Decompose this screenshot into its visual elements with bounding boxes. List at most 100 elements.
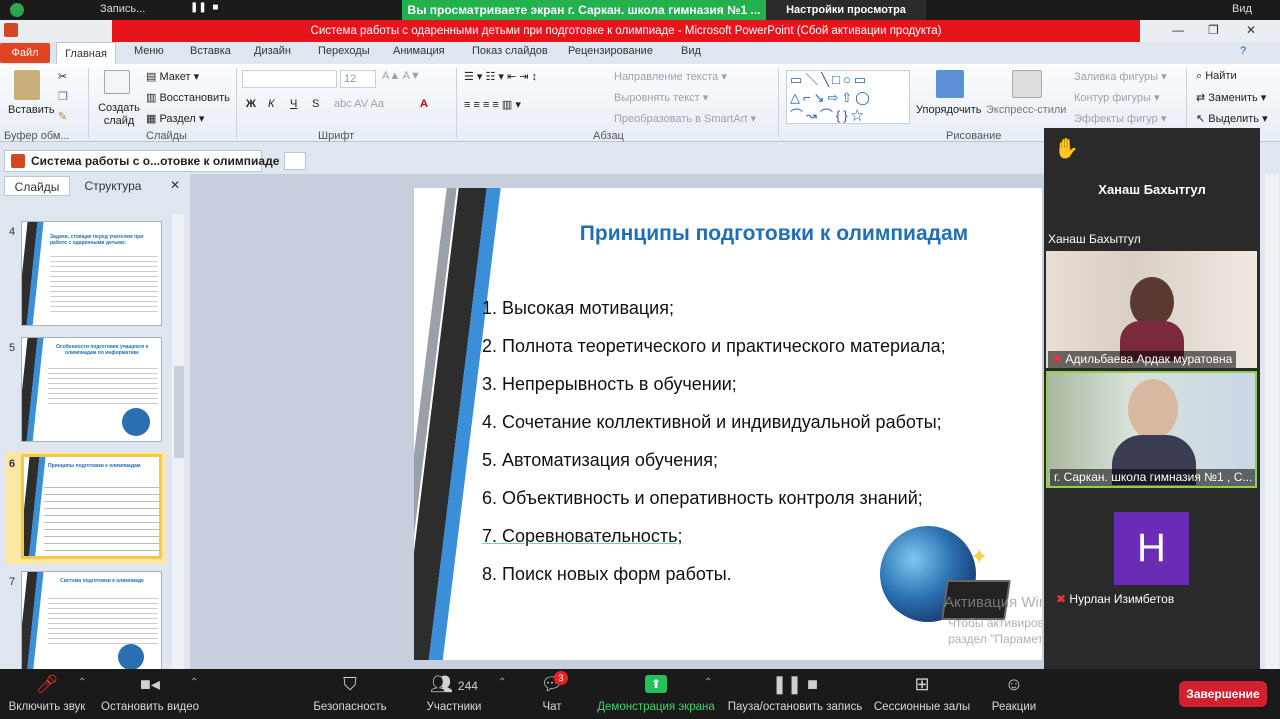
group-separator xyxy=(778,68,779,138)
chevron-up-icon[interactable]: ⌃ xyxy=(78,677,86,688)
participants-count: 244 xyxy=(457,679,478,693)
shape-outline-button[interactable]: Контур фигуры ▾ xyxy=(1074,91,1160,104)
strike-icon[interactable]: abc AV Aa xyxy=(334,98,384,110)
thumb-lines xyxy=(48,594,158,644)
end-meeting-button[interactable]: Завершение xyxy=(1179,681,1267,707)
thumb-lines xyxy=(50,252,158,312)
reactions-button[interactable]: ☺ Реакции xyxy=(988,671,1040,713)
stop-video-button[interactable]: ■◂ Остановить видео xyxy=(98,671,202,713)
find-button[interactable]: ⌕ Найти xyxy=(1196,70,1237,83)
minimize-icon[interactable]: — xyxy=(1172,23,1184,37)
participant-video[interactable]: ✖ Адильбаева Ардак муратовна xyxy=(1046,251,1257,368)
slide-title[interactable]: Принципы подготовки к олимпиадам xyxy=(524,222,1024,246)
shapes-gallery[interactable]: ▭＼╲□○▭ △⌐↘⇨⇧◯ ⌒↝⌒{}☆ xyxy=(786,70,910,124)
tab-transitions[interactable]: Переходы xyxy=(318,45,370,57)
tab-outline[interactable]: Структура xyxy=(74,176,152,196)
security-button[interactable]: ⛉ Безопасность xyxy=(310,671,390,713)
font-size-field[interactable]: 12 xyxy=(340,70,376,88)
breakout-rooms-label: Сессионные залы xyxy=(873,701,971,713)
format-painter-icon[interactable]: ✎ xyxy=(58,110,67,123)
tab-animation[interactable]: Анимация xyxy=(393,45,445,57)
tab-insert[interactable]: Вставка xyxy=(190,45,231,57)
drawing-group-label: Рисование xyxy=(946,130,1002,142)
create-slide-button[interactable]: Создать слайд xyxy=(98,102,140,128)
thumb-lines xyxy=(48,364,158,404)
bullets-icon[interactable]: ☰ ▾ ☷ ▾ ⇤ ⇥ ↕ xyxy=(464,70,537,83)
restore-icon[interactable]: ❐ xyxy=(1208,23,1219,37)
section-button[interactable]: ▦ Раздел ▾ xyxy=(146,112,204,125)
arrange-icon[interactable] xyxy=(936,70,964,98)
tab-review[interactable]: Рецензирование xyxy=(568,45,653,57)
quick-styles-button[interactable]: Экспресс-стили xyxy=(986,104,1066,116)
smartart-button[interactable]: Преобразовать в SmartArt ▾ xyxy=(614,112,756,125)
paste-button[interactable]: Вставить xyxy=(8,104,55,116)
tab-design[interactable]: Дизайн xyxy=(254,45,291,57)
participant-video-active[interactable]: г. Саркан. школа гимназия №1 , С... xyxy=(1046,371,1257,488)
chevron-up-icon[interactable]: ⌃ xyxy=(704,677,712,688)
pptx-icon xyxy=(11,154,25,168)
layout-button[interactable]: ▤ Макет ▾ xyxy=(146,70,199,83)
tab-slideshow[interactable]: Показ слайдов xyxy=(472,45,548,57)
pause-recording-label: Пауза/остановить запись xyxy=(727,701,863,713)
slides-scroll-thumb[interactable] xyxy=(174,366,184,458)
align-icon[interactable]: ≡ ≡ ≡ ≡ ▥ ▾ xyxy=(464,98,521,111)
slide-thumbnail-5[interactable]: Особенности подготовки учащихся к олимпи… xyxy=(21,337,162,442)
bold-icon[interactable]: Ж xyxy=(246,98,256,110)
shape-effects-button[interactable]: Эффекты фигур ▾ xyxy=(1074,112,1166,125)
text-direction-button[interactable]: Направление текста ▾ xyxy=(614,70,727,83)
slide-thumbnail-4[interactable]: Задачи, стоящие перед учителем при работ… xyxy=(21,221,162,326)
replace-label: Заменить xyxy=(1208,92,1258,104)
tab-menu[interactable]: Меню xyxy=(134,45,164,57)
underline-icon[interactable]: Ч xyxy=(290,98,297,110)
find-icon: ⌕ xyxy=(1196,70,1203,82)
tab-file[interactable]: Файл xyxy=(0,43,50,63)
breakout-rooms-button[interactable]: ⊞ Сессионные залы xyxy=(872,671,972,713)
new-slide-icon[interactable] xyxy=(104,70,130,94)
slide-thumbnail-7[interactable]: Система подготовки к олимпиаде xyxy=(21,571,162,676)
shadow-icon[interactable]: S xyxy=(312,98,319,110)
thumb-title: Особенности подготовки учащихся к олимпи… xyxy=(56,344,148,356)
reactions-label: Реакции xyxy=(991,701,1037,713)
pause-record-icon[interactable]: ❚❚ ■ xyxy=(190,2,240,18)
share-screen-button[interactable]: ⬆ Демонстрация экрана xyxy=(594,671,718,713)
align-text-label: Выровнять текст xyxy=(614,92,700,104)
replace-button[interactable]: ⇄ Заменить ▾ xyxy=(1196,91,1266,104)
grow-font-icon[interactable]: A▲ A▼ xyxy=(382,70,421,82)
quick-styles-icon[interactable] xyxy=(1012,70,1042,98)
view-options-button[interactable]: Настройки просмотра xyxy=(766,0,926,20)
select-button[interactable]: ↖ Выделить ▾ xyxy=(1196,112,1268,125)
font-color-icon[interactable]: A xyxy=(420,98,428,110)
tab-view[interactable]: Вид xyxy=(681,45,701,57)
chat-button[interactable]: 💬︎ 3 Чат xyxy=(532,671,572,713)
view-button[interactable]: Вид xyxy=(1232,3,1252,15)
document-tab[interactable]: Система работы с о...отовке к олимпиаде xyxy=(4,150,279,172)
select-label: Выделить xyxy=(1208,113,1260,125)
close-pane-icon[interactable]: ✕ xyxy=(170,178,180,192)
align-text-button[interactable]: Выровнять текст ▾ xyxy=(614,91,708,104)
shape-fill-button[interactable]: Заливка фигуры ▾ xyxy=(1074,70,1167,83)
italic-icon[interactable]: К xyxy=(268,98,274,110)
stop-video-label: Остановить видео xyxy=(101,701,199,713)
participant-name-label: ✖ Нурлан Изимбетов xyxy=(1056,592,1174,606)
chevron-up-icon[interactable]: ⌃ xyxy=(190,677,198,688)
paste-icon[interactable] xyxy=(14,70,40,100)
participants-button[interactable]: 👥︎ 244 Участники xyxy=(420,671,488,713)
thumb-title: Принципы подготовки к олимпиадам xyxy=(48,463,141,469)
tab-home[interactable]: Главная xyxy=(56,42,116,65)
reset-button[interactable]: ▥ Восстановить xyxy=(146,91,230,104)
arrange-button[interactable]: Упорядочить xyxy=(916,104,981,116)
participant-name-text: Адильбаева Ардак муратовна xyxy=(1065,352,1233,366)
new-doc-tab-icon[interactable] xyxy=(284,152,306,170)
share-screen-label: Демонстрация экрана xyxy=(597,701,715,713)
cut-icon[interactable]: ✂ xyxy=(58,70,67,83)
pause-recording-button[interactable]: ❚❚ ■ Пауза/остановить запись xyxy=(726,671,864,713)
slide-thumbnail-6[interactable]: Принципы подготовки к олимпиадам xyxy=(21,454,162,559)
copy-icon[interactable]: ❐ xyxy=(58,90,68,103)
tab-slides[interactable]: Слайды xyxy=(4,176,70,196)
editor-scrollbar[interactable] xyxy=(1265,174,1279,669)
close-icon[interactable]: ✕ xyxy=(1246,23,1256,37)
help-icon[interactable]: ? xyxy=(1240,45,1246,57)
font-name-field[interactable] xyxy=(242,70,337,88)
current-slide[interactable]: Принципы подготовки к олимпиадам 1. Высо… xyxy=(414,188,1042,660)
chevron-up-icon[interactable]: ⌃ xyxy=(498,677,506,688)
